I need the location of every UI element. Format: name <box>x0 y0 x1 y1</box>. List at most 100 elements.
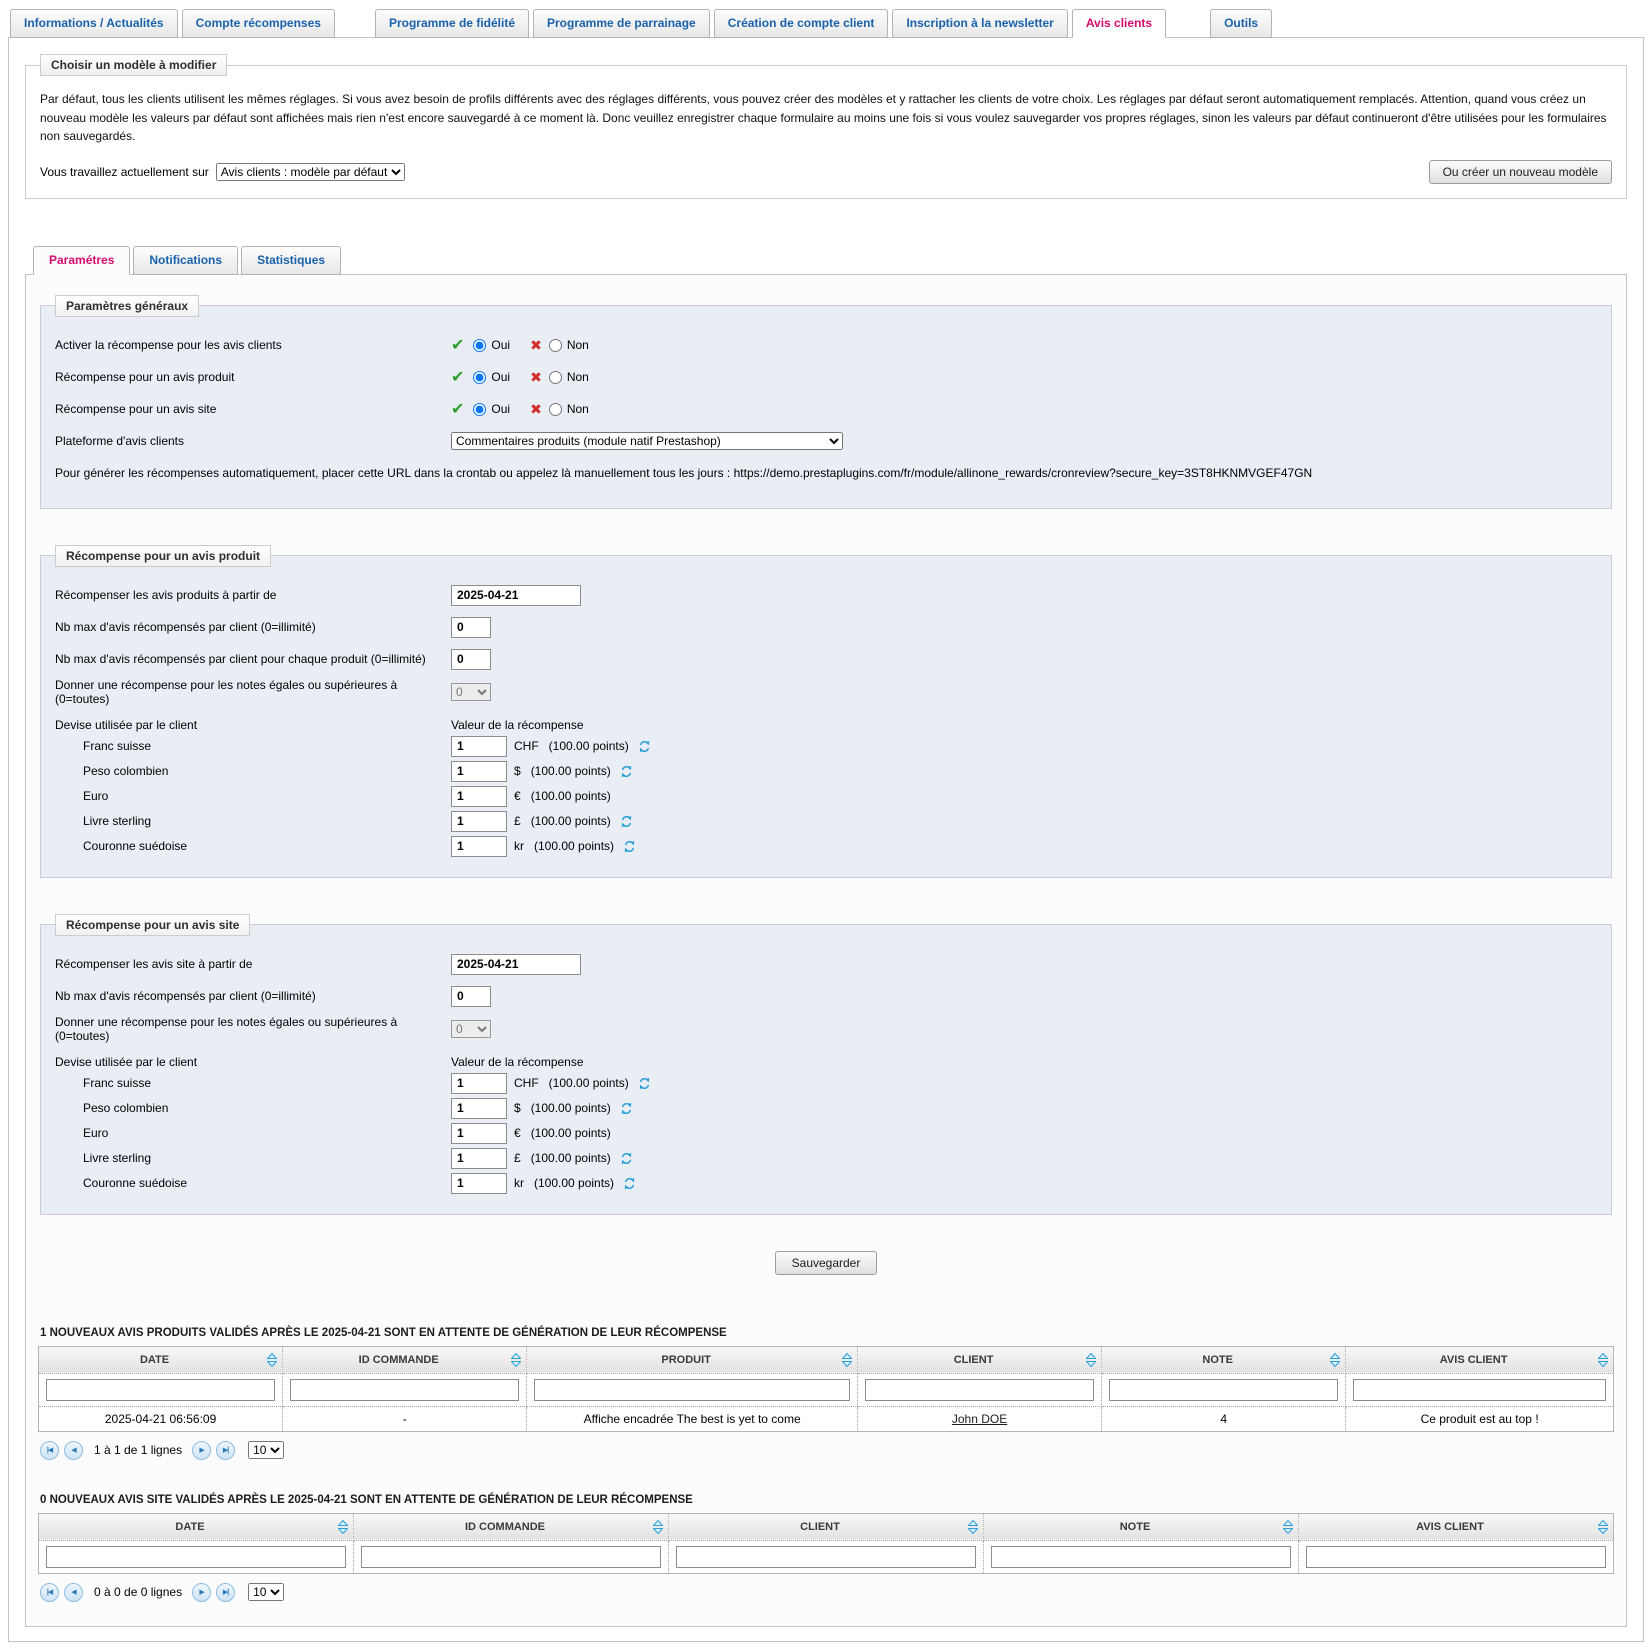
radio-non[interactable]: Non <box>549 402 589 416</box>
column-header-note: NOTE <box>984 1513 1299 1540</box>
radio-oui[interactable]: Oui <box>473 370 510 384</box>
radio-non[interactable]: Non <box>549 370 589 384</box>
sort-icon[interactable] <box>511 1353 521 1367</box>
filter-note-input[interactable] <box>991 1546 1291 1568</box>
filter-review-input[interactable] <box>1306 1546 1606 1568</box>
radio-non[interactable]: Non <box>549 338 589 352</box>
sort-icon[interactable] <box>1086 1353 1096 1367</box>
save-button[interactable]: Sauvegarder <box>775 1251 878 1275</box>
first-page-icon[interactable]: |◀ <box>40 1441 59 1460</box>
previous-page-icon[interactable]: ◀ <box>64 1583 83 1602</box>
radio-oui-input[interactable] <box>473 403 486 416</box>
tab-inscription-newsletter[interactable]: Inscription à la newsletter <box>892 9 1067 38</box>
currency-sign: CHF <box>514 1076 539 1090</box>
products-list-title: 1 NOUVEAUX AVIS PRODUITS VALIDÉS APRÈS L… <box>40 1327 1612 1339</box>
previous-page-icon[interactable]: ◀ <box>64 1441 83 1460</box>
product-max-client-input[interactable] <box>451 617 491 638</box>
radio-oui[interactable]: Oui <box>473 402 510 416</box>
sort-icon[interactable] <box>1283 1520 1293 1534</box>
currency-value-input[interactable] <box>451 1173 507 1194</box>
refresh-rate-icon[interactable] <box>620 815 633 828</box>
filter-order-input[interactable] <box>290 1379 519 1401</box>
currency-value-input[interactable] <box>451 1148 507 1169</box>
tab-statistiques[interactable]: Statistiques <box>241 246 341 275</box>
client-link[interactable]: John DOE <box>952 1412 1007 1426</box>
cron-note-row: Pour générer les récompenses automatique… <box>55 460 1597 487</box>
radio-oui-input[interactable] <box>473 339 486 352</box>
next-page-icon[interactable]: ▶ <box>192 1441 211 1460</box>
currency-value-input[interactable] <box>451 811 507 832</box>
platform-select[interactable]: Commentaires produits (module natif Pres… <box>451 432 843 450</box>
sort-icon[interactable] <box>1598 1520 1608 1534</box>
sort-icon[interactable] <box>968 1520 978 1534</box>
sort-icon[interactable] <box>267 1353 277 1367</box>
currency-name: Peso colombien <box>55 1101 451 1115</box>
currency-value-input[interactable] <box>451 836 507 857</box>
products-pagination: |◀ ◀ 1 à 1 de 1 lignes ▶ ▶| 10 <box>40 1441 1612 1460</box>
site-max-client-input[interactable] <box>451 986 491 1007</box>
currency-value-input[interactable] <box>451 786 507 807</box>
refresh-rate-icon[interactable] <box>620 1102 633 1115</box>
product-date-input[interactable] <box>451 585 581 606</box>
filter-date-input[interactable] <box>46 1379 275 1401</box>
model-select[interactable]: Avis clients : modèle par défaut <box>216 163 405 181</box>
page-size-select[interactable]: 10 <box>248 1441 284 1459</box>
site-min-note-row: Donner une récompense pour les notes éga… <box>55 1015 1597 1043</box>
tab-creation-compte-client[interactable]: Création de compte client <box>714 9 889 38</box>
currency-value-input[interactable] <box>451 761 507 782</box>
radio-non-input[interactable] <box>549 371 562 384</box>
site-min-note-select[interactable]: 0 <box>451 1020 491 1038</box>
radio-non-input[interactable] <box>549 339 562 352</box>
next-page-icon[interactable]: ▶ <box>192 1583 211 1602</box>
last-page-icon[interactable]: ▶| <box>216 1441 235 1460</box>
currency-points: (100.00 points) <box>549 1076 629 1090</box>
filter-date-input[interactable] <box>46 1546 346 1568</box>
tab-compte-recompenses[interactable]: Compte récompenses <box>182 9 335 38</box>
currency-value-input[interactable] <box>451 1123 507 1144</box>
tab-parametres[interactable]: Paramétres <box>33 246 130 275</box>
tab-avis-clients[interactable]: Avis clients <box>1072 9 1166 38</box>
currency-value-input[interactable] <box>451 1073 507 1094</box>
sort-icon[interactable] <box>653 1520 663 1534</box>
tab-programme-fidelite[interactable]: Programme de fidélité <box>375 9 529 38</box>
sort-icon[interactable] <box>1598 1353 1608 1367</box>
filter-client-input[interactable] <box>865 1379 1094 1401</box>
toggle-label: Récompense pour un avis site <box>55 402 451 416</box>
last-page-icon[interactable]: ▶| <box>216 1583 235 1602</box>
page-size-select[interactable]: 10 <box>248 1583 284 1601</box>
first-page-icon[interactable]: |◀ <box>40 1583 59 1602</box>
sort-icon[interactable] <box>842 1353 852 1367</box>
filter-review-input[interactable] <box>1353 1379 1606 1401</box>
tab-informations-actualites[interactable]: Informations / Actualités <box>10 9 178 38</box>
sort-icon[interactable] <box>338 1520 348 1534</box>
refresh-rate-icon[interactable] <box>638 740 651 753</box>
column-header-date: DATE <box>39 1346 283 1373</box>
create-model-button[interactable]: Ou créer un nouveau modèle <box>1429 160 1612 184</box>
refresh-rate-icon[interactable] <box>623 1177 636 1190</box>
radio-oui[interactable]: Oui <box>473 338 510 352</box>
radio-oui-input[interactable] <box>473 371 486 384</box>
currency-name: Peso colombien <box>55 764 451 778</box>
site-min-note-label: Donner une récompense pour les notes éga… <box>55 1015 451 1043</box>
tab-outils[interactable]: Outils <box>1210 9 1272 38</box>
refresh-rate-icon[interactable] <box>620 765 633 778</box>
filter-product-input[interactable] <box>534 1379 850 1401</box>
currency-value-input[interactable] <box>451 736 507 757</box>
filter-order-input[interactable] <box>361 1546 661 1568</box>
tab-notifications[interactable]: Notifications <box>133 246 238 275</box>
refresh-rate-icon[interactable] <box>638 1077 651 1090</box>
column-header-product: PRODUIT <box>527 1346 858 1373</box>
refresh-rate-icon[interactable] <box>620 1152 633 1165</box>
product-max-per-product-input[interactable] <box>451 649 491 670</box>
module-admin-page: Informations / Actualités Compte récompe… <box>0 0 1652 1650</box>
refresh-rate-icon[interactable] <box>623 840 636 853</box>
pagination-info: 0 à 0 de 0 lignes <box>94 1585 182 1599</box>
radio-non-input[interactable] <box>549 403 562 416</box>
filter-client-input[interactable] <box>676 1546 976 1568</box>
site-date-input[interactable] <box>451 954 581 975</box>
currency-value-input[interactable] <box>451 1098 507 1119</box>
tab-programme-parrainage[interactable]: Programme de parrainage <box>533 9 710 38</box>
sort-icon[interactable] <box>1330 1353 1340 1367</box>
filter-note-input[interactable] <box>1109 1379 1338 1401</box>
product-min-note-select[interactable]: 0 <box>451 683 491 701</box>
